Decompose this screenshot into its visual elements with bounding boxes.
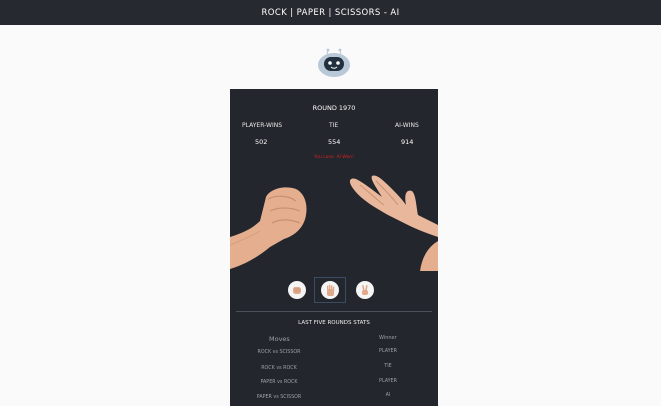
stats-row-moves: ROCK vs ROCK	[261, 366, 297, 371]
fist-icon	[293, 287, 301, 294]
round-label: ROUND 1970	[312, 104, 356, 112]
tie-count: 554	[328, 138, 341, 146]
section-divider	[236, 311, 432, 312]
moves-column-header: Moves	[269, 335, 290, 343]
round-result-text: You Lose. AI Won!	[314, 155, 354, 160]
player-wins-count: 502	[255, 138, 268, 146]
stats-row-winner: TIE	[384, 364, 392, 369]
stats-row-moves: ROCK vs SCISSOR	[257, 350, 301, 355]
app-header: ROCK | PAPER | SCISSORS - AI	[0, 0, 661, 25]
stats-row-winner: PLAYER	[379, 379, 397, 384]
robot-avatar-icon	[318, 48, 350, 77]
stats-row-winner: PLAYER	[379, 349, 397, 354]
stats-row-moves: PAPER vs ROCK	[260, 380, 298, 385]
stats-title: LAST FIVE ROUNDS STATS	[298, 320, 370, 326]
ai-wins-label: AI-WINS	[395, 122, 419, 129]
stats-row-moves: PAPER vs SCISSOR	[256, 395, 302, 400]
open-hand-icon	[326, 284, 334, 296]
tie-label: TIE	[329, 122, 339, 129]
victory-hand-icon	[362, 285, 368, 295]
stats-row-winner: AI	[385, 393, 391, 398]
game-panel: ROUND 1970 PLAYER-WINS TIE AI-WINS 502 5…	[230, 89, 438, 406]
winner-column-header: Winner	[379, 335, 397, 341]
scissors-choice-button[interactable]	[356, 281, 374, 299]
rock-choice-button[interactable]	[288, 281, 306, 299]
ai-open-hand-icon	[349, 175, 438, 271]
ai-wins-count: 914	[401, 138, 414, 146]
player-fist-icon	[230, 187, 307, 269]
player-wins-label: PLAYER-WINS	[242, 122, 283, 129]
paper-choice-button[interactable]	[321, 281, 339, 299]
app-title: ROCK | PAPER | SCISSORS - AI	[261, 7, 400, 18]
